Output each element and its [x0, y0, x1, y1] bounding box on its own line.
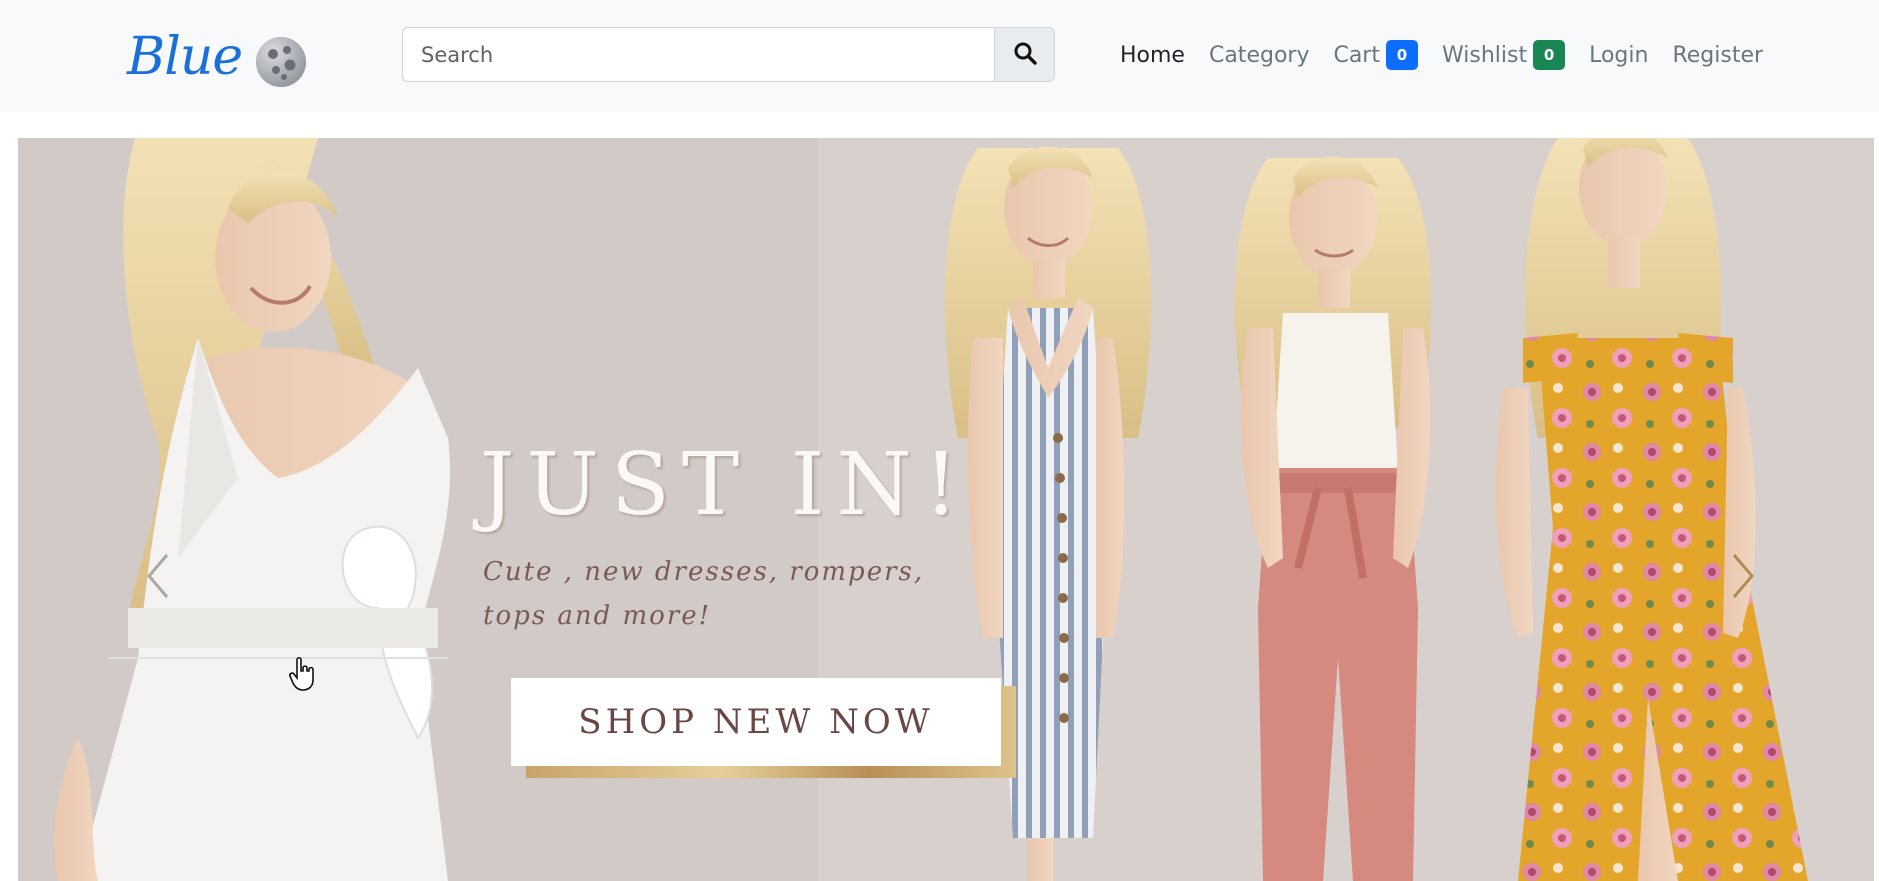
nav-category[interactable]: Category	[1209, 43, 1310, 68]
nav-links: Home Category Cart 0 Wishlist 0 Login Re…	[1120, 30, 1787, 80]
hand-cursor-icon	[288, 656, 318, 696]
chevron-right-icon	[1728, 551, 1758, 605]
cart-count-badge: 0	[1385, 40, 1418, 70]
navbar: Blue Search Home Category Cart 0 Wishlis…	[0, 0, 1879, 112]
search-form	[402, 27, 1055, 82]
nav-cart[interactable]: Cart 0	[1333, 40, 1418, 70]
hero-title: JUST IN!	[480, 435, 971, 535]
carousel-prev-button[interactable]	[133, 548, 183, 608]
nav-register[interactable]: Register	[1672, 43, 1763, 68]
hero-carousel: JUST IN! Cute , new dresses, rompers, to…	[18, 138, 1874, 881]
wishlist-count-badge: 0	[1533, 40, 1566, 70]
search-icon	[1013, 41, 1037, 68]
search-button[interactable]	[994, 27, 1055, 82]
hero-subtitle: Cute , new dresses, rompers, tops and mo…	[483, 557, 925, 631]
moon-icon	[254, 35, 308, 93]
nav-home[interactable]: Home	[1120, 43, 1185, 68]
nav-login[interactable]: Login	[1589, 43, 1648, 68]
chevron-left-icon	[143, 551, 173, 605]
brand-logo[interactable]: Blue	[127, 22, 308, 92]
nav-wishlist[interactable]: Wishlist 0	[1441, 40, 1566, 70]
nav-cart-label: Cart	[1333, 42, 1380, 68]
carousel-next-button[interactable]	[1718, 548, 1768, 608]
nav-wishlist-label: Wishlist	[1441, 42, 1528, 68]
brand-name: Blue	[127, 27, 243, 87]
search-input[interactable]	[402, 27, 995, 82]
shop-new-now-button[interactable]: SHOP NEW NOW	[511, 678, 1001, 766]
